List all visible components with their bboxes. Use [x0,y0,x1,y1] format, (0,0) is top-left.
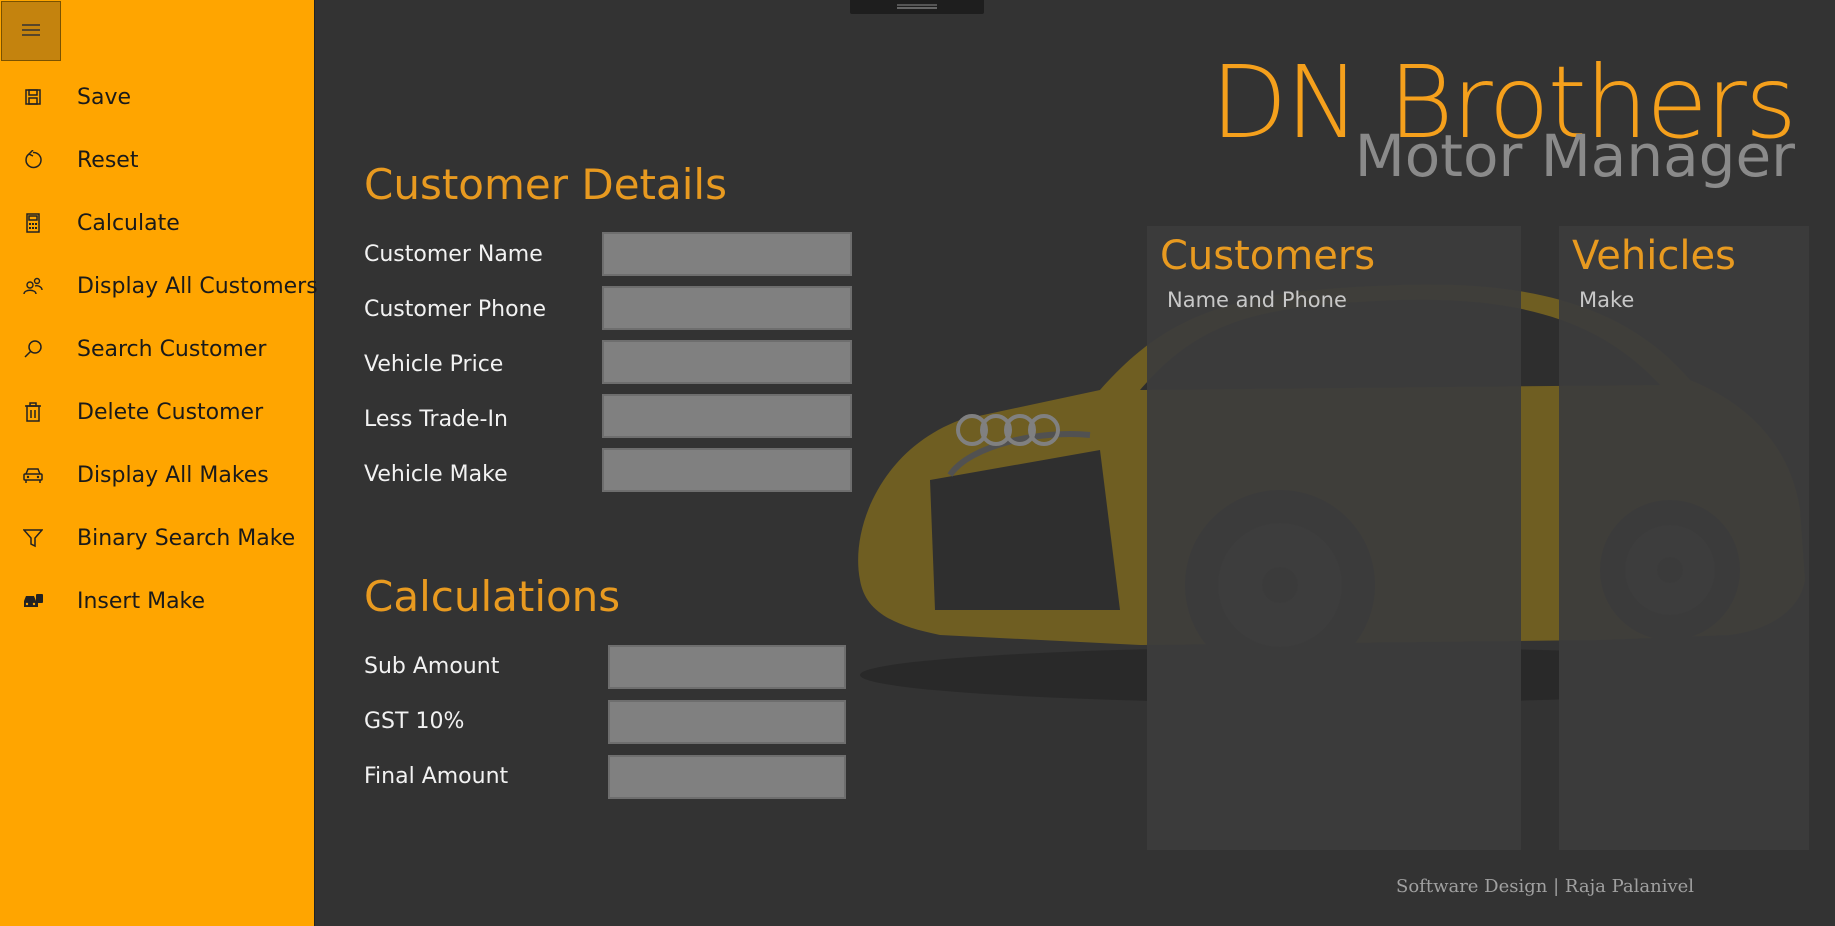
trash-icon [22,401,44,423]
nav-item-save[interactable]: Save [0,69,314,125]
nav-item-reset[interactable]: Reset [0,132,314,188]
nav-item-binary-search-make[interactable]: Binary Search Make [0,510,314,566]
customers-panel-subtitle: Name and Phone [1167,288,1347,312]
nav-item-label: Search Customer [77,336,267,362]
sub-amount-output[interactable] [608,645,846,689]
footer-credit: Software Design | Raja Palanivel [1396,876,1695,897]
save-icon [22,86,44,108]
car-icon [22,464,44,486]
nav-item-delete-customer[interactable]: Delete Customer [0,384,314,440]
customer-name-label: Customer Name [364,242,543,267]
nav-item-label: Reset [77,147,139,173]
vehicles-list-panel[interactable] [1559,226,1809,850]
people-icon [22,275,44,297]
less-trade-in-label: Less Trade-In [364,407,508,432]
brand-subtitle: Motor Manager [1354,122,1795,190]
customers-list-panel[interactable] [1147,226,1521,850]
car-add-icon [22,590,44,612]
nav-item-label: Binary Search Make [77,525,296,551]
customer-details-heading: Customer Details [364,160,727,209]
final-amount-label: Final Amount [364,764,509,789]
final-amount-output[interactable] [608,755,846,799]
nav-item-search-customer[interactable]: Search Customer [0,321,314,377]
reset-icon [22,149,44,171]
nav-item-label: Calculate [77,210,180,236]
nav-item-display-all-makes[interactable]: Display All Makes [0,447,314,503]
vehicle-make-input[interactable] [602,448,852,492]
customer-name-input[interactable] [602,232,852,276]
nav-item-label: Delete Customer [77,399,264,425]
hamburger-menu-button[interactable] [1,1,61,61]
sub-amount-label: Sub Amount [364,654,500,679]
calculations-heading: Calculations [364,572,621,621]
nav-item-calculate[interactable]: Calculate [0,195,314,251]
customer-phone-input[interactable] [602,286,852,330]
nav-item-label: Display All Customers [77,273,318,299]
navigation-pane: Save Reset Calculate Display All Custome… [0,0,318,926]
calculator-icon [22,212,44,234]
nav-item-insert-make[interactable]: Insert Make [0,573,314,629]
gst-label: GST 10% [364,709,465,734]
nav-item-label: Save [77,84,132,110]
customers-panel-title: Customers [1160,233,1376,279]
title-bar-grip[interactable] [850,0,984,14]
nav-item-label: Display All Makes [77,462,269,488]
nav-item-display-all-customers[interactable]: Display All Customers [0,258,318,314]
vehicle-price-input[interactable] [602,340,852,384]
filter-icon [22,527,44,549]
hamburger-icon [21,22,41,41]
nav-item-label: Insert Make [77,588,206,614]
vehicle-make-label: Vehicle Make [364,462,508,487]
search-icon [22,338,44,360]
vehicles-panel-title: Vehicles [1572,233,1736,279]
vehicle-price-label: Vehicle Price [364,352,504,377]
vehicles-panel-subtitle: Make [1579,288,1635,312]
customer-phone-label: Customer Phone [364,297,547,322]
less-trade-in-input[interactable] [602,394,852,438]
gst-output[interactable] [608,700,846,744]
